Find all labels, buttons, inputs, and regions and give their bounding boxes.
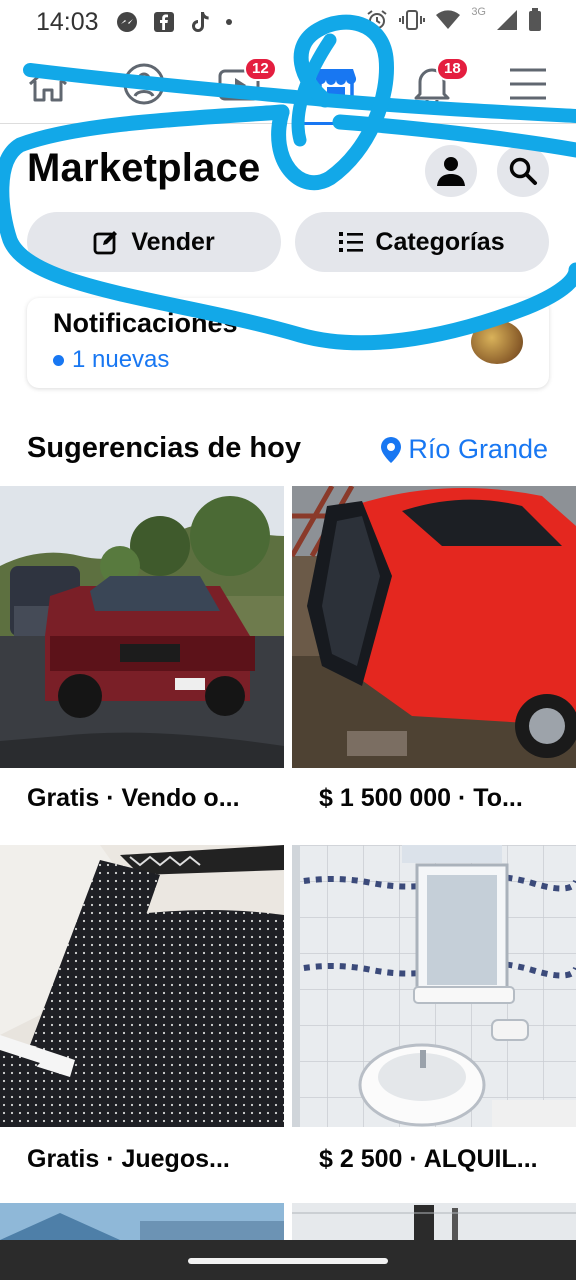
messenger-icon <box>116 12 137 32</box>
sell-button[interactable]: Vender <box>27 212 281 272</box>
status-left-icons <box>115 10 233 34</box>
dot-icon <box>225 19 232 25</box>
alarm-icon <box>367 10 387 29</box>
status-right-icons: 3G <box>365 6 542 32</box>
groups-icon <box>123 63 165 104</box>
tab-marketplace[interactable] <box>288 44 384 125</box>
sell-label: Vender <box>131 227 215 256</box>
listing-label-1[interactable]: Gratis · Vendo o... <box>27 784 240 813</box>
listing-photo-partial-1 <box>0 1203 284 1240</box>
categories-button[interactable]: Categorías <box>295 212 549 272</box>
status-time: 14:03 <box>36 7 99 36</box>
listing-image-4[interactable] <box>292 845 576 1127</box>
profile-button[interactable] <box>425 145 477 197</box>
unread-dot <box>53 354 64 366</box>
tab-home[interactable] <box>0 44 96 124</box>
listing-photo-bathroom <box>292 845 576 1127</box>
tiktok-icon <box>191 12 209 32</box>
network-type-label: 3G <box>471 6 486 18</box>
edit-icon <box>93 231 118 255</box>
page-title: Marketplace <box>27 146 261 190</box>
listing-image-5[interactable] <box>0 1203 284 1240</box>
system-nav-bar <box>0 1240 576 1280</box>
listing-photo-fabric <box>0 845 284 1127</box>
notification-thumbnail <box>471 320 523 364</box>
vibrate-icon <box>399 10 426 30</box>
person-icon <box>437 157 465 186</box>
listing-image-3[interactable] <box>0 845 284 1127</box>
search-button[interactable] <box>497 145 549 197</box>
location-link[interactable]: Río Grande <box>380 434 548 465</box>
home-gesture-handle[interactable] <box>188 1258 388 1264</box>
listing-label-2[interactable]: $ 1 500 000 · To... <box>319 784 523 813</box>
suggestions-title: Sugerencias de hoy <box>27 432 301 464</box>
list-icon <box>339 232 364 252</box>
tab-menu[interactable] <box>480 44 576 124</box>
battery-icon <box>529 8 541 31</box>
signal-icon <box>497 10 517 30</box>
search-icon <box>509 157 537 185</box>
wifi-icon <box>436 10 461 29</box>
notifications-card[interactable]: Notificaciones 1 nuevas <box>27 298 549 388</box>
home-icon <box>29 66 67 101</box>
location-label: Río Grande <box>408 434 548 464</box>
notifications-new-label: 1 nuevas <box>72 346 170 373</box>
watch-badge: 12 <box>244 56 277 81</box>
notifications-card-title: Notificaciones <box>53 308 238 338</box>
facebook-icon <box>153 12 174 32</box>
status-bar: 14:03 3G <box>0 0 576 44</box>
location-pin-icon <box>381 436 402 463</box>
notifications-new-count: 1 nuevas <box>53 346 169 374</box>
tab-notifications[interactable]: 18 <box>384 44 480 124</box>
shop-icon <box>315 68 357 103</box>
categories-label: Categorías <box>375 227 505 256</box>
listing-image-6[interactable] <box>292 1203 576 1240</box>
tab-groups[interactable] <box>96 44 192 124</box>
listing-photo-car <box>292 486 576 768</box>
tab-watch[interactable]: 12 <box>192 44 288 124</box>
top-nav: 12 18 <box>0 44 576 125</box>
listing-image-1[interactable] <box>0 486 284 768</box>
listing-label-4[interactable]: $ 2 500 · ALQUIL... <box>319 1145 538 1174</box>
listing-photo-suv <box>0 486 284 768</box>
notifications-badge: 18 <box>436 56 469 81</box>
menu-icon <box>510 68 546 99</box>
listing-image-2[interactable] <box>292 486 576 768</box>
listing-label-3[interactable]: Gratis · Juegos... <box>27 1145 230 1174</box>
listing-photo-partial-2 <box>292 1203 576 1240</box>
